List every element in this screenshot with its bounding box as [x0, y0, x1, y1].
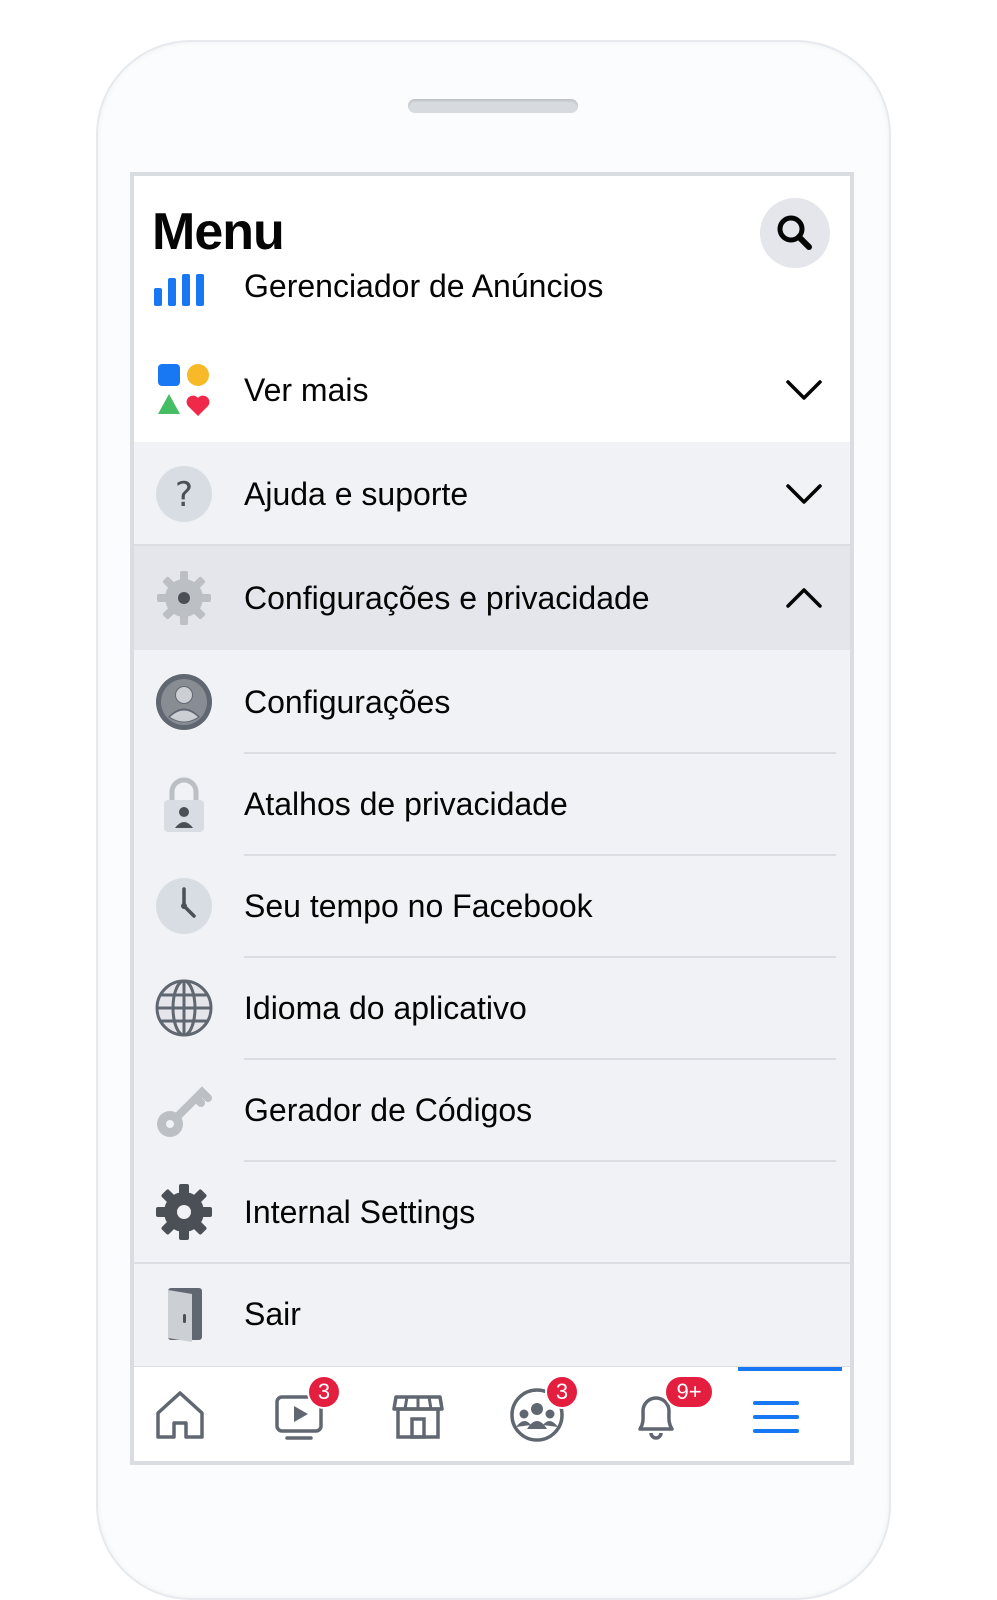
menu-row-label: Internal Settings: [244, 1194, 476, 1230]
menu-row-label: Ajuda e suporte: [244, 476, 469, 512]
menu-row-help[interactable]: ? Ajuda e suporte: [134, 442, 850, 546]
menu-row-ads-manager[interactable]: Gerenciador de Anúncios: [134, 250, 850, 342]
menu-row-label: Sair: [244, 1296, 301, 1332]
notification-badge: 3: [545, 1375, 579, 1409]
menu-row-label: Gerador de Códigos: [244, 1092, 533, 1128]
tab-home[interactable]: [134, 1367, 253, 1461]
home-icon: [156, 1391, 204, 1439]
tab-notifications[interactable]: 9+: [610, 1367, 729, 1461]
menu-row-privacy-shortcuts[interactable]: Atalhos de privacidade: [134, 752, 850, 856]
page-title: Menu: [152, 203, 285, 261]
menu-row-label: Configurações: [244, 684, 451, 720]
clock-icon: [154, 876, 214, 936]
menu-row-logout[interactable]: Sair: [134, 1262, 850, 1366]
menu-row-app-language[interactable]: Idioma do aplicativo: [134, 956, 850, 1060]
menu-row-label: Seu tempo no Facebook: [244, 888, 593, 924]
svg-text:?: ?: [175, 475, 193, 515]
menu-row-settings[interactable]: Configurações: [134, 650, 850, 754]
gear-icon: [154, 1182, 214, 1242]
globe-icon: [154, 978, 214, 1038]
bottom-tab-bar: 3 3 9+: [134, 1366, 850, 1461]
store-icon: [392, 1395, 444, 1439]
notification-badge: 9+: [664, 1375, 714, 1409]
search-icon: [777, 215, 812, 250]
app-screen: Gerenciador de Anúncios Menu Ver mais ? …: [130, 172, 854, 1465]
menu-row-label: Gerenciador de Anúncios: [244, 268, 604, 304]
menu-row-code-generator[interactable]: Gerador de Códigos: [134, 1058, 850, 1162]
tab-groups[interactable]: 3: [491, 1367, 610, 1461]
lock-icon: [154, 774, 214, 834]
key-icon: [154, 1080, 214, 1140]
tab-menu[interactable]: [729, 1367, 848, 1461]
search-button[interactable]: [760, 198, 830, 268]
door-exit-icon: [154, 1284, 214, 1344]
menu-row-settings-privacy[interactable]: Configurações e privacidade: [134, 546, 850, 650]
chevron-down-icon: [786, 380, 822, 400]
tab-marketplace[interactable]: [372, 1367, 491, 1461]
hamburger-menu-icon: [753, 1401, 799, 1433]
shapes-icon: [154, 360, 214, 420]
user-avatar-icon: [154, 672, 214, 732]
menu-row-see-more[interactable]: Ver mais: [134, 338, 850, 442]
bar-chart-icon: [154, 270, 214, 330]
help-question-icon: ?: [154, 464, 214, 524]
phone-speaker: [408, 99, 578, 113]
menu-row-time-on-facebook[interactable]: Seu tempo no Facebook: [134, 854, 850, 958]
menu-row-label: Atalhos de privacidade: [244, 786, 568, 822]
menu-row-label: Ver mais: [244, 372, 369, 408]
chevron-up-icon: [786, 588, 822, 608]
tab-watch[interactable]: 3: [253, 1367, 372, 1461]
notification-badge: 3: [307, 1375, 341, 1409]
menu-row-label: Idioma do aplicativo: [244, 990, 527, 1026]
menu-row-internal-settings[interactable]: Internal Settings: [134, 1160, 850, 1264]
chevron-down-icon: [786, 484, 822, 504]
menu-row-label: Configurações e privacidade: [244, 580, 650, 616]
gear-icon: [154, 568, 214, 628]
